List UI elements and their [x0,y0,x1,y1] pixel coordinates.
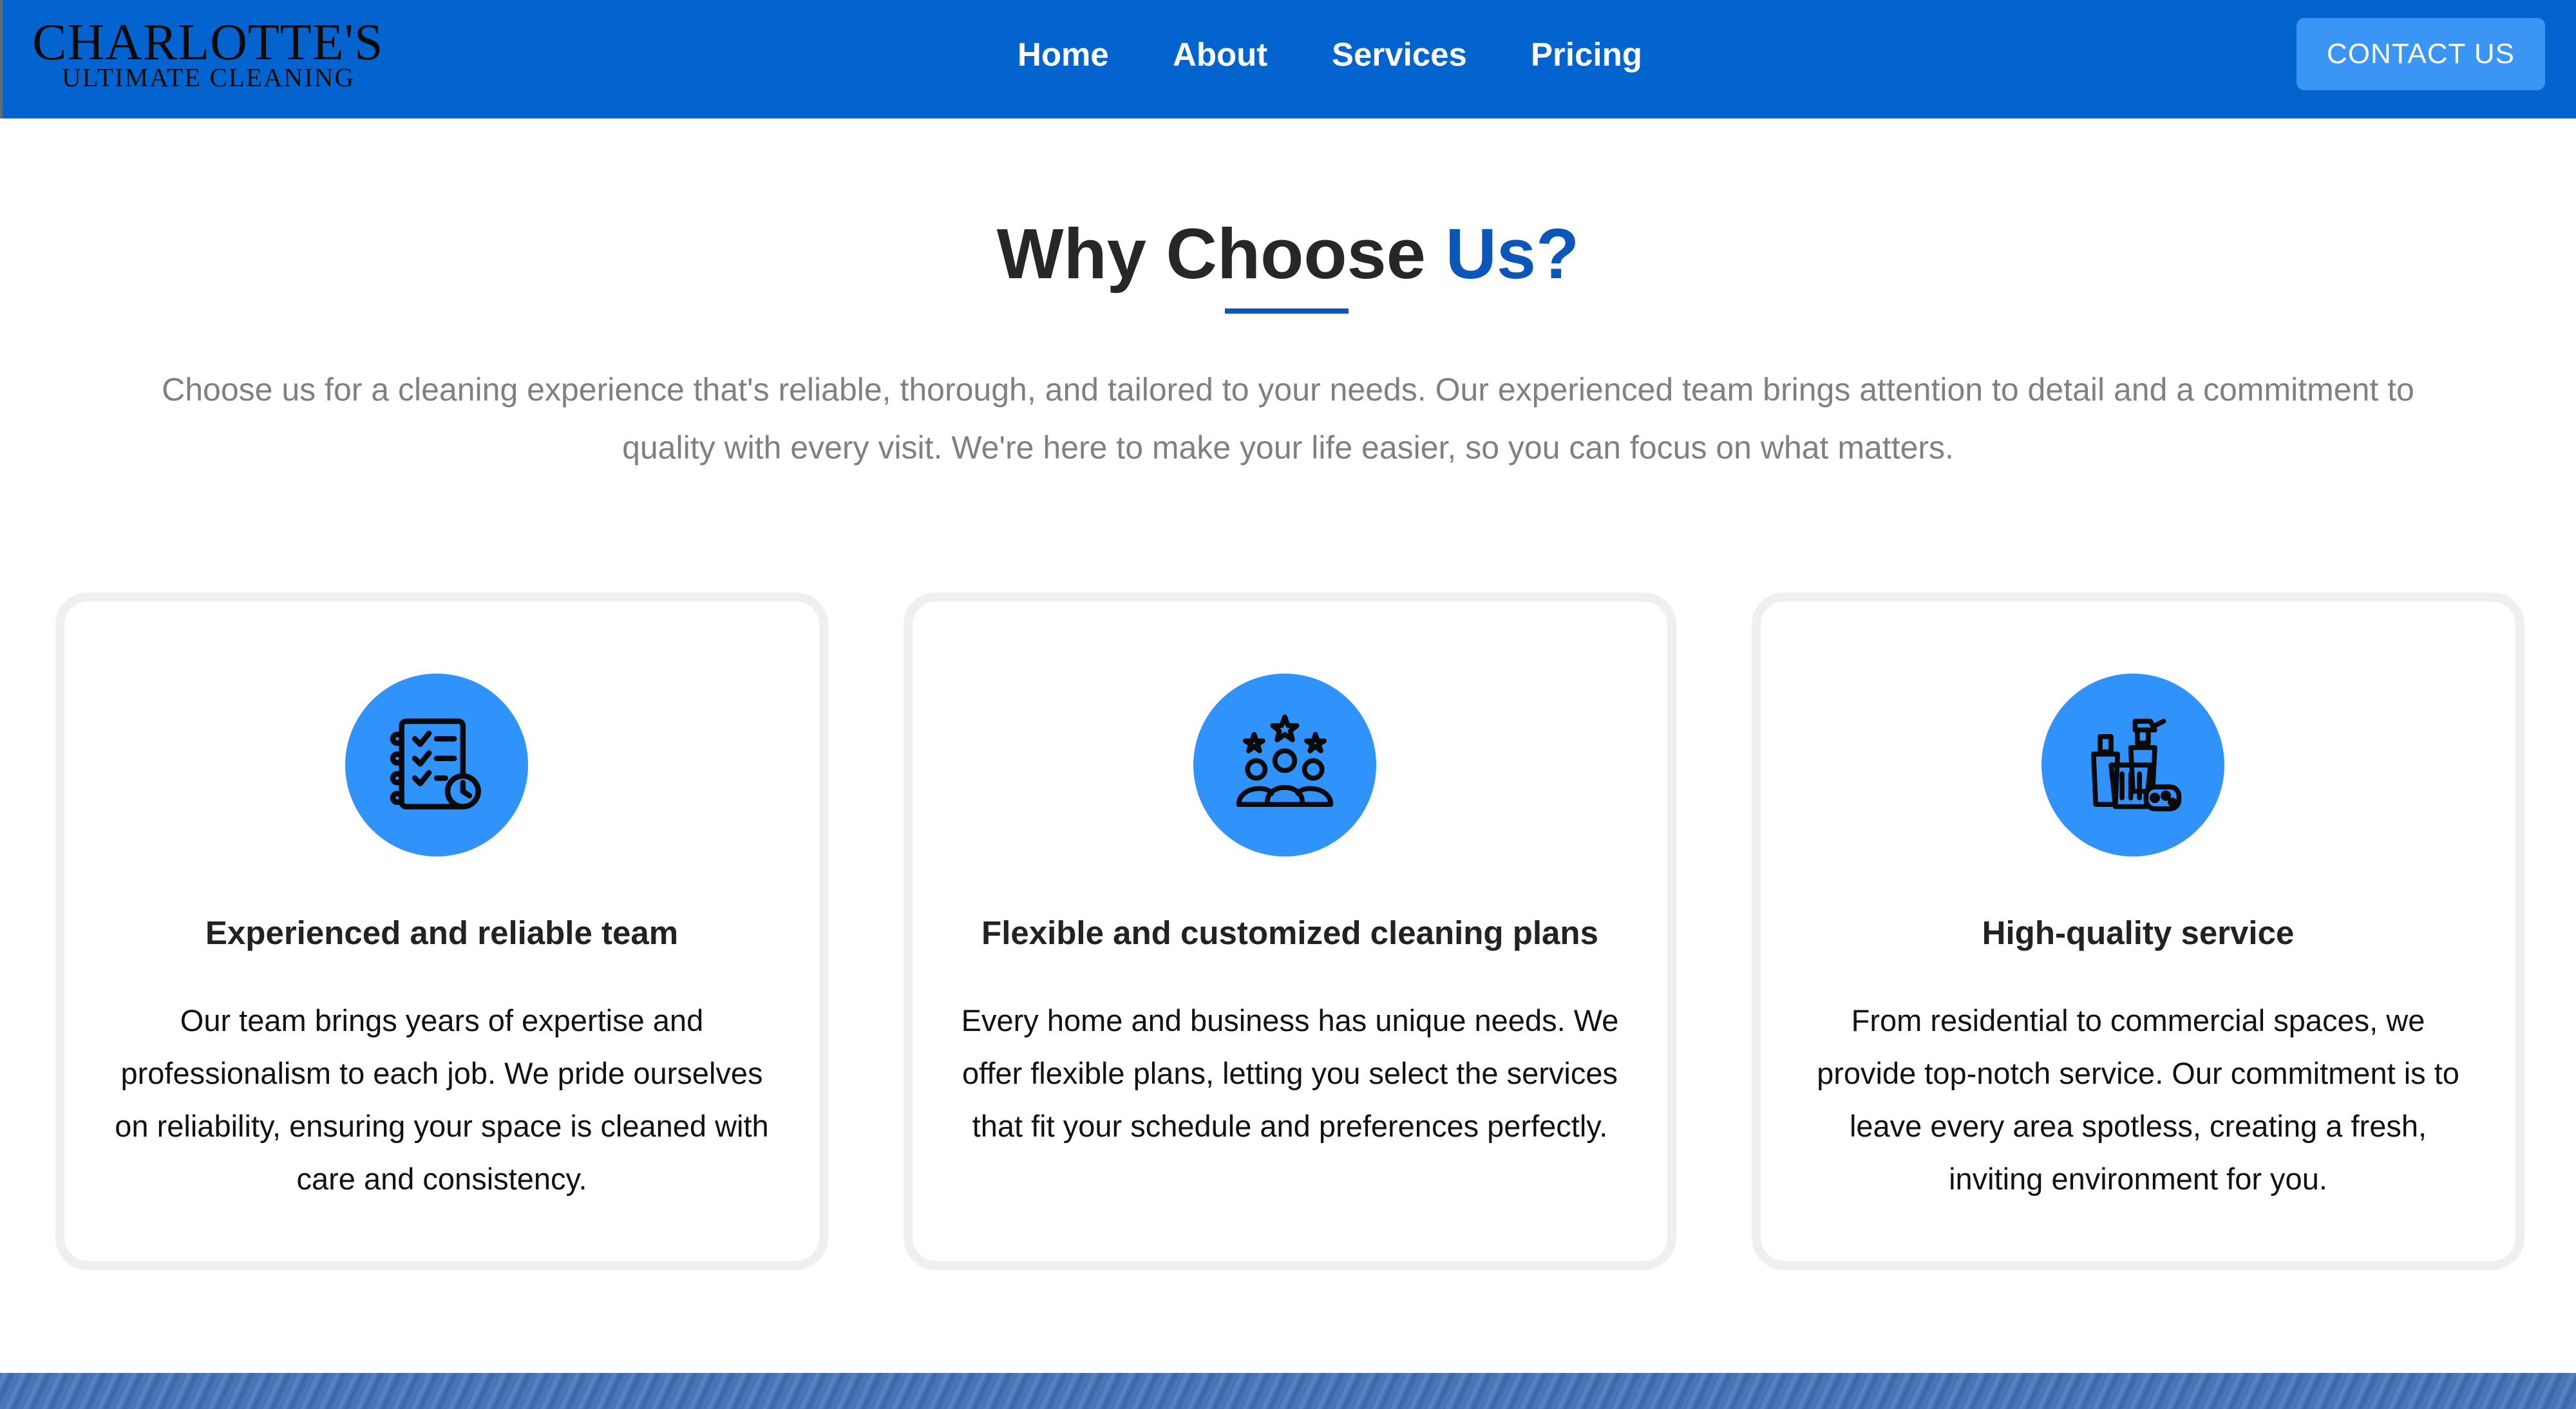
section-title: Why Choose Us? [0,213,2576,296]
nav-home[interactable]: Home [1018,32,1109,77]
site-logo[interactable]: CHARLOTTE'S ULTIMATE CLEANING [32,14,384,94]
team-stars-icon [1236,714,1334,808]
nav-pricing[interactable]: Pricing [1531,32,1642,77]
title-underline [1225,308,1349,314]
bottom-banner-image [0,1373,2576,1409]
feature-title: Experienced and reliable team [205,914,679,951]
logo-main-text: CHARLOTTE'S [32,14,384,71]
feature-text: Every home and business has unique needs… [961,1003,1619,1143]
feature-card-team: Experienced and reliable team Our team b… [55,592,828,1270]
nav-services[interactable]: Services [1332,32,1467,77]
feature-title: Flexible and customized cleaning plans [981,914,1598,951]
feature-card-plans: Flexible and customized cleaning plans E… [904,592,1676,1270]
section-title-accent: Us? [1445,214,1580,294]
feature-icon-circle [1193,674,1376,856]
checklist-clock-icon [390,718,481,809]
feature-icon-circle [2041,674,2224,856]
section-title-main: Why Choose [996,214,1426,294]
feature-text: Our team brings years of expertise and p… [115,1003,769,1196]
contact-us-button[interactable]: CONTACT US [2297,18,2545,90]
logo-sub-text: ULTIMATE CLEANING [62,62,355,92]
feature-icon-circle [345,674,528,856]
site-header: CHARLOTTE'S ULTIMATE CLEANING Home About… [0,0,2576,118]
nav-about[interactable]: About [1173,32,1267,77]
feature-card-quality: High-quality service From residential to… [1752,592,2524,1270]
feature-text: From residential to commercial spaces, w… [1817,1003,2459,1196]
feature-title: High-quality service [1982,914,2295,951]
section-intro: Choose us for a cleaning experience that… [162,372,2414,466]
cleaning-supplies-icon [2090,719,2182,811]
page: CHARLOTTE'S ULTIMATE CLEANING Home About… [0,0,2576,1409]
